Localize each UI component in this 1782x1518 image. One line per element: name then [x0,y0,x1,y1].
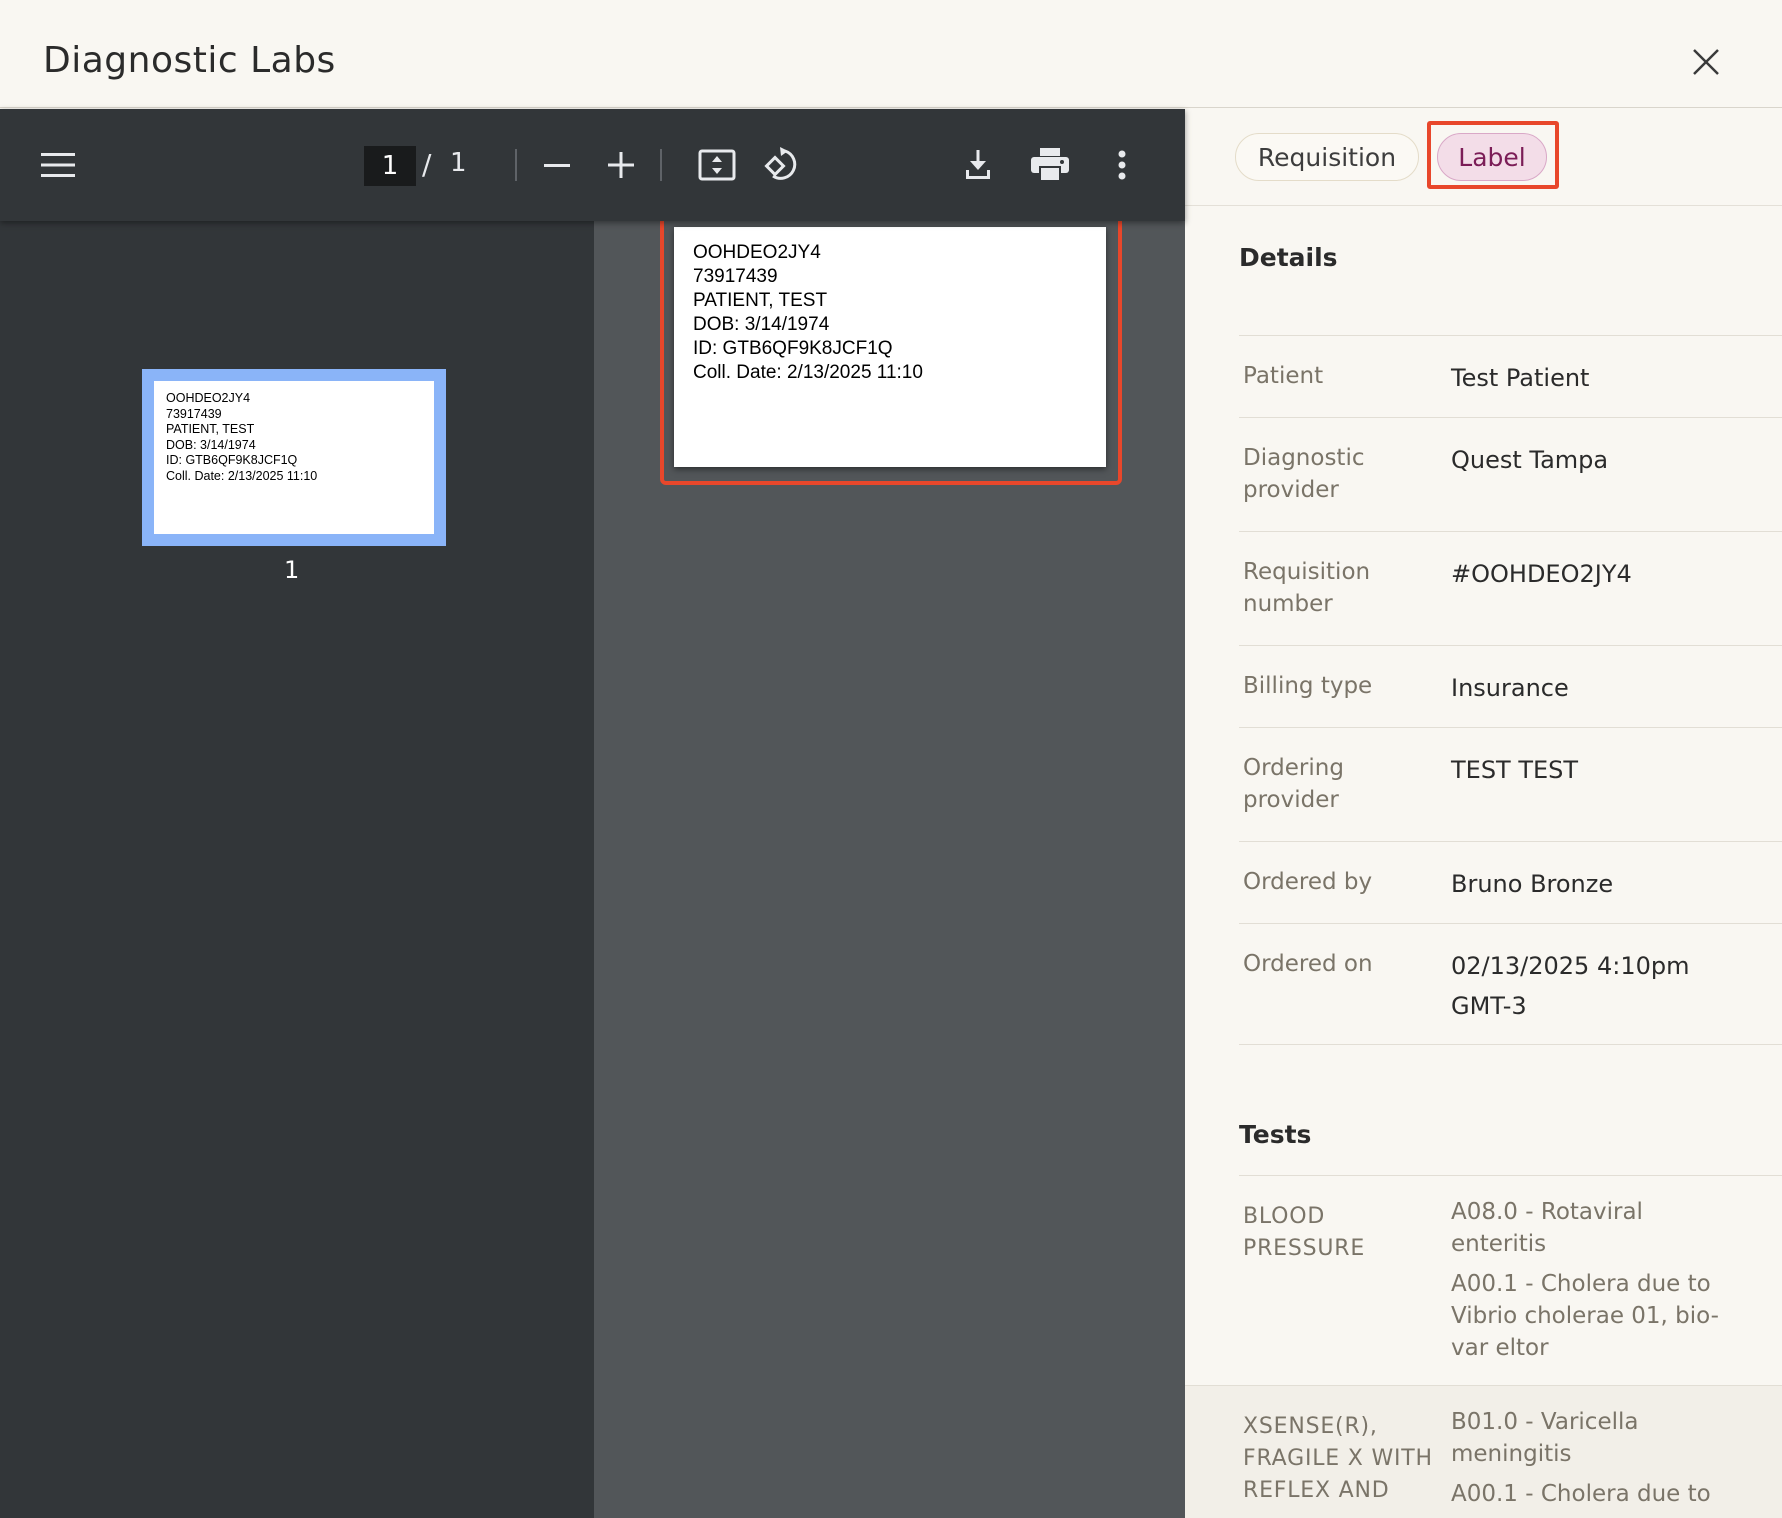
page-total: 1 [450,148,467,178]
test-code: A00.1 - Cholera due to [1451,1481,1711,1507]
pdf-page: OOHDEO2JY4 73917439 PATIENT, TEST DOB: 3… [674,227,1106,467]
label-dob: DOB: 3/14/1974 [693,314,830,335]
label-collection-date: Coll. Date: 2/13/2025 11:10 [693,362,923,383]
pdf-page-area: OOHDEO2JY4 73917439 PATIENT, TEST DOB: 3… [594,207,1185,1518]
detail-row-ordered-on: Ordered on 02/13/2025 4:10pm GMT-3 [1239,923,1782,1045]
zoom-in-button[interactable] [602,145,640,185]
label-number: 73917439 [693,266,778,287]
pdf-toolbar: 1 / 1 [0,109,1185,221]
detail-value: 02/13/2025 4:10pm GMT-3 [1451,952,1690,1020]
download-button[interactable] [958,145,998,185]
test-codes: B01.0 - Varicella meningitis A00.1 - Cho… [1451,1406,1741,1518]
rotate-button[interactable] [760,143,804,187]
page-number-input[interactable]: 1 [364,146,416,186]
print-button[interactable] [1028,145,1072,185]
thumb-line: 73917439 [166,406,222,421]
zoom-out-button[interactable] [538,145,576,185]
detail-key: Ordered on [1243,951,1373,977]
tabs-bar: Requisition Label [1185,109,1782,206]
page-title: Diagnostic Labs [43,40,336,81]
toolbar-divider [515,149,517,181]
test-code: A00.1 - Cholera due to Vibrio cholerae 0… [1451,1271,1719,1361]
thumbnail-page-number: 1 [284,556,300,584]
more-vert-icon [1118,150,1126,180]
thumb-line: DOB: 3/14/1974 [166,437,256,452]
detail-row-patient: Patient Test Patient [1239,335,1782,417]
sidebar-toggle-button[interactable] [38,147,78,183]
detail-key: Ordering provider [1243,755,1344,813]
detail-key: Requisition number [1243,559,1371,617]
detail-key: Patient [1243,363,1324,389]
print-icon [1031,148,1069,182]
modal-header: Diagnostic Labs [0,0,1782,108]
minus-icon [544,164,570,167]
toolbar-divider [660,149,662,181]
detail-value: Bruno Bronze [1451,870,1614,898]
thumb-line: OOHDEO2JY4 [166,391,251,405]
thumb-line: Coll. Date: 2/13/2025 11:10 [166,468,318,483]
tests-heading: Tests [1239,1120,1312,1149]
tab-requisition[interactable]: Requisition [1235,133,1419,181]
details-heading: Details [1239,243,1338,272]
tab-label[interactable]: Label [1437,133,1547,181]
rotate-icon [764,147,797,180]
page-separator: / [422,148,432,181]
test-name: BLOOD PRESSURE [1243,1204,1366,1261]
details-panel: Requisition Label Details Patient Test P… [1185,109,1782,1518]
detail-value: TEST TEST [1451,756,1579,784]
pdf-viewer: 1 / 1 OOHDEO2JY4 73917439 PATIENT, TEST … [0,109,1185,1518]
menu-icon [41,153,75,177]
detail-value: #OOHDEO2JY4 [1451,560,1632,588]
detail-row-ordering-provider: Ordering provider TEST TEST [1239,727,1782,841]
label-requisition-id: OOHDEO2JY4 [693,242,821,263]
detail-row-requisition-number: Requisition number #OOHDEO2JY4 [1239,531,1782,645]
test-row: XSENSE(R), FRAGILE X WITH REFLEX AND B01… [1185,1385,1782,1518]
label-patient-name: PATIENT, TEST [693,290,828,311]
fit-page-button[interactable] [696,145,738,185]
thumbnail-page-content: OOHDEO2JY4 73917439 PATIENT, TEST DOB: 3… [154,381,434,534]
detail-value: Quest Tampa [1451,446,1609,474]
test-code: A08.0 - Rotaviral enteritis [1451,1199,1643,1257]
label-id: ID: GTB6QF9K8JCF1Q [693,338,893,359]
details-table: Patient Test Patient Diagnostic provider… [1239,335,1782,1045]
more-options-button[interactable] [1104,145,1140,185]
detail-value: Insurance [1451,674,1569,702]
detail-key: Ordered by [1243,869,1373,895]
test-name: XSENSE(R), FRAGILE X WITH REFLEX AND [1243,1414,1433,1503]
test-row: BLOOD PRESSURE A08.0 - Rotaviral enterit… [1239,1175,1782,1385]
plus-icon [608,152,634,178]
detail-key: Billing type [1243,673,1373,699]
tests-table: BLOOD PRESSURE A08.0 - Rotaviral enterit… [1185,1175,1782,1518]
detail-key: Diagnostic provider [1243,445,1365,503]
thumb-line: PATIENT, TEST [166,422,255,436]
detail-row-diagnostic-provider: Diagnostic provider Quest Tampa [1239,417,1782,531]
close-button[interactable] [1688,44,1724,80]
download-icon [966,150,990,179]
fit-page-icon [698,149,736,181]
test-codes: A08.0 - Rotaviral enteritis A00.1 - Chol… [1451,1196,1741,1372]
detail-value: Test Patient [1451,364,1590,392]
test-code: B01.0 - Varicella meningitis [1451,1409,1639,1467]
thumb-line: ID: GTB6QF9K8JCF1Q [166,453,298,467]
detail-row-billing-type: Billing type Insurance [1239,645,1782,727]
page-thumbnail[interactable]: OOHDEO2JY4 73917439 PATIENT, TEST DOB: 3… [142,369,446,546]
close-icon [1693,49,1719,75]
detail-row-ordered-by: Ordered by Bruno Bronze [1239,841,1782,923]
pdf-thumbnail-sidebar: OOHDEO2JY4 73917439 PATIENT, TEST DOB: 3… [0,221,594,1518]
